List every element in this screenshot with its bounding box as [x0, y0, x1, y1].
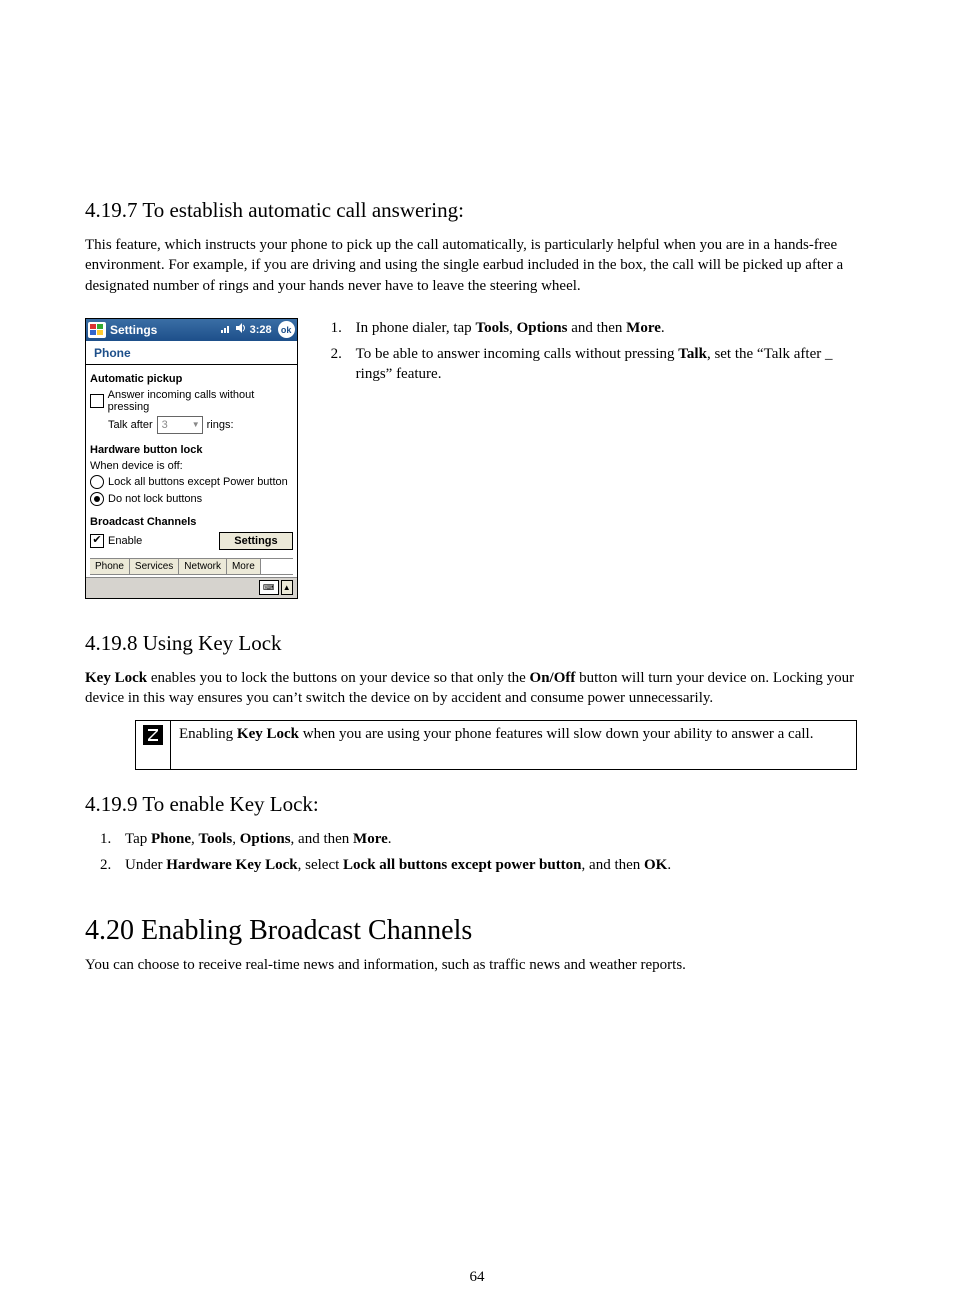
- automatic-pickup-label: Automatic pickup: [90, 373, 293, 385]
- note-icon-cell: [136, 721, 171, 769]
- start-flag-icon: [88, 322, 106, 338]
- phone-settings-screenshot: Settings 3:28 ok Phone Automatic pickup: [85, 318, 298, 599]
- steps-4-19-7: In phone dialer, tap Tools, Options and …: [316, 318, 869, 599]
- screenshot-titlebar: Settings 3:28 ok: [86, 319, 297, 341]
- step-2-4199: Under Hardware Key Lock, select Lock all…: [115, 855, 869, 875]
- answer-label: Answer incoming calls without pressing: [108, 389, 293, 413]
- up-arrow-icon[interactable]: ▲: [281, 580, 293, 595]
- heading-4-19-8: 4.19.8 Using Key Lock: [85, 631, 869, 656]
- screenshot-footer: ⌨ ▲: [86, 577, 297, 598]
- para-4-20: You can choose to receive real-time news…: [85, 955, 869, 975]
- note-text: Enabling Key Lock when you are using you…: [171, 721, 856, 769]
- tab-blank: [261, 559, 293, 575]
- hardware-lock-label: Hardware button lock: [90, 444, 293, 456]
- step-2: To be able to answer incoming calls with…: [346, 344, 869, 385]
- heading-4-20: 4.20 Enabling Broadcast Channels: [85, 915, 869, 947]
- lock-all-radio[interactable]: [90, 475, 104, 489]
- enable-checkbox[interactable]: ✔: [90, 534, 104, 548]
- steps-4-19-9: Tap Phone, Tools, Options, and then More…: [85, 829, 869, 876]
- note-box: Enabling Key Lock when you are using you…: [135, 720, 857, 770]
- lock-all-label: Lock all buttons except Power button: [108, 476, 288, 488]
- rings-select[interactable]: 3 ▼: [157, 416, 203, 434]
- broadcast-channels-label: Broadcast Channels: [90, 516, 293, 528]
- step-1: In phone dialer, tap Tools, Options and …: [346, 318, 869, 338]
- rings-value: 3: [162, 419, 168, 431]
- speaker-icon: [235, 322, 247, 337]
- heading-4-19-9: 4.19.9 To enable Key Lock:: [85, 792, 869, 817]
- no-lock-radio[interactable]: [90, 492, 104, 506]
- tab-phone[interactable]: Phone: [90, 559, 130, 575]
- keyboard-icon[interactable]: ⌨: [259, 580, 279, 595]
- para-4-19-7: This feature, which instructs your phone…: [85, 235, 869, 296]
- clock-time: 3:28: [250, 324, 272, 336]
- ok-button[interactable]: ok: [278, 321, 295, 338]
- step-1-4199: Tap Phone, Tools, Options, and then More…: [115, 829, 869, 849]
- signal-icon: [220, 322, 232, 337]
- screenshot-subhead: Phone: [86, 341, 297, 365]
- page-number: 64: [0, 1269, 954, 1286]
- settings-button[interactable]: Settings: [219, 532, 292, 550]
- heading-4-19-7: 4.19.7 To establish automatic call answe…: [85, 198, 869, 223]
- enable-label: Enable: [108, 535, 142, 547]
- tab-more[interactable]: More: [227, 559, 261, 575]
- talk-after-label: Talk after: [108, 419, 153, 431]
- para-4-19-8: Key Lock enables you to lock the buttons…: [85, 668, 869, 709]
- no-lock-label: Do not lock buttons: [108, 493, 202, 505]
- tab-network[interactable]: Network: [179, 559, 227, 575]
- chevron-down-icon: ▼: [192, 420, 200, 429]
- tab-services[interactable]: Services: [130, 559, 179, 575]
- answer-checkbox[interactable]: [90, 394, 104, 408]
- when-off-label: When device is off:: [90, 460, 293, 472]
- note-icon: [143, 725, 163, 745]
- tabs: Phone Services Network More: [90, 558, 293, 575]
- rings-label: rings:: [207, 419, 234, 431]
- screenshot-title: Settings: [110, 323, 220, 337]
